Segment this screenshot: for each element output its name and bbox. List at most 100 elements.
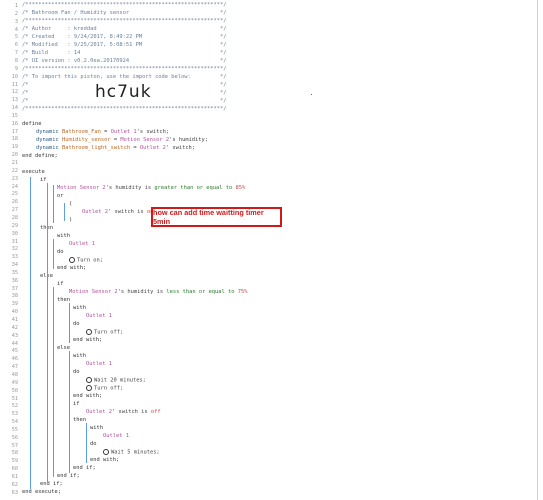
line-number: 3 xyxy=(14,18,18,25)
comment-line: /* To import this piston, use the import… xyxy=(22,74,227,80)
line-number: 18 xyxy=(11,136,18,143)
block-guide-line xyxy=(53,185,54,223)
annotation-callout: how can add time waitting timer 5min xyxy=(151,207,282,227)
line-number: 61 xyxy=(11,474,18,480)
with-keyword: with xyxy=(90,425,103,431)
execute-keyword: execute xyxy=(22,169,45,175)
variable-name: Bathroom_light_switch xyxy=(61,145,131,151)
line-number: 8 xyxy=(14,57,18,64)
dynamic-keyword: dynamic xyxy=(36,145,59,151)
device-name: Outlet 2 xyxy=(139,145,166,151)
comment-line: /* Modified : 9/25/2017, 5:08:51 PM */ xyxy=(22,42,227,48)
block-guide-line xyxy=(64,203,65,221)
condition-value: off xyxy=(150,409,161,415)
task-text: Wait 5 minutes; xyxy=(111,449,160,456)
condition-humidity-high[interactable]: Motion Sensor 2's humidity is greater th… xyxy=(57,185,245,192)
end-with-keyword: end with; xyxy=(57,265,87,271)
line-number: 56 xyxy=(11,434,18,441)
line-number: 39 xyxy=(11,301,18,308)
line-number: 11 xyxy=(11,81,18,88)
condition-outlet2-off[interactable]: Outlet 2' switch is off xyxy=(86,409,161,416)
line-number: 33 xyxy=(11,254,18,261)
comparison-operator: greater than or equal to xyxy=(154,185,233,191)
line-number: 10 xyxy=(11,73,18,80)
end-if-keyword: end if; xyxy=(73,465,96,471)
line-number: 15 xyxy=(11,112,18,119)
attribute-suffix: 's switch; xyxy=(136,129,170,135)
line-number: 59 xyxy=(11,458,18,465)
if-keyword[interactable]: if xyxy=(73,401,80,408)
comment-line: /***************************************… xyxy=(22,2,227,8)
condition-text: 's humidity is xyxy=(105,185,155,191)
line-number: 57 xyxy=(11,442,18,449)
task-bullet-icon xyxy=(103,449,109,455)
device-outlet-1[interactable]: Outlet 1 xyxy=(69,241,95,248)
do-keyword: do xyxy=(73,369,80,375)
with-keyword: with xyxy=(73,305,86,311)
condition-text: ' switch is xyxy=(111,409,151,415)
line-number: 44 xyxy=(11,340,18,347)
or-keyword: or xyxy=(57,193,64,199)
assign-op: = xyxy=(130,145,140,151)
end-define-keyword: end define; xyxy=(22,153,58,159)
comment-line: /* Bathroom Fan / Humidity sensor */ xyxy=(22,10,227,16)
device-name: Motion Sensor 2 xyxy=(120,137,170,143)
device-name: Motion Sensor 2 xyxy=(69,289,118,295)
if-keyword[interactable]: if xyxy=(40,177,47,184)
line-number: 27 xyxy=(11,207,18,214)
device-outlet-1[interactable]: Outlet 1 xyxy=(103,433,129,440)
line-number: 9 xyxy=(14,65,18,72)
define-statement-3: dynamic Bathroom_light_switch = Outlet 2… xyxy=(36,145,195,152)
attribute-suffix: ' switch; xyxy=(165,145,196,151)
viewer-border xyxy=(537,0,538,500)
line-number: 25 xyxy=(11,191,18,198)
line-number: 17 xyxy=(11,128,18,135)
end-if-keyword: end if; xyxy=(57,473,80,479)
line-number: 16 xyxy=(11,120,18,127)
device-outlet-1[interactable]: Outlet 1 xyxy=(86,361,112,368)
comment-line: /* Build : 14 */ xyxy=(22,50,227,56)
line-number: 43 xyxy=(11,332,18,339)
task-turn-off[interactable]: Turn off; xyxy=(86,329,123,337)
line-number: 21 xyxy=(11,160,18,166)
block-guide-line xyxy=(69,351,70,473)
if-keyword[interactable]: if xyxy=(57,281,64,288)
line-number: 4 xyxy=(14,26,18,33)
end-execute-keyword: end execute; xyxy=(22,489,61,495)
line-number: 45 xyxy=(11,348,18,355)
task-turn-off[interactable]: Turn off; xyxy=(86,385,123,393)
line-number: 62 xyxy=(11,481,18,488)
line-number: 19 xyxy=(11,144,18,151)
line-number: 26 xyxy=(11,199,18,206)
comment-line: /***************************************… xyxy=(22,66,227,72)
line-number: 53 xyxy=(11,411,18,418)
device-outlet-1[interactable]: Outlet 1 xyxy=(86,313,112,320)
line-number: 1 xyxy=(14,3,18,9)
line-number: 47 xyxy=(11,364,18,371)
line-number: 29 xyxy=(11,222,18,229)
line-number: 54 xyxy=(11,419,18,426)
task-turn-on[interactable]: Turn on; xyxy=(69,257,103,265)
then-keyword: then xyxy=(73,417,86,423)
import-code[interactable]: hc7uk xyxy=(95,82,152,102)
condition-humidity-low[interactable]: Motion Sensor 2's humidity is less than … xyxy=(69,289,248,296)
condition-value: 75% xyxy=(237,289,248,295)
condition-outlet2-on[interactable]: Outlet 2' switch is on xyxy=(82,209,153,216)
task-bullet-icon xyxy=(69,257,75,263)
do-keyword: do xyxy=(73,321,80,327)
task-text: Turn on; xyxy=(77,257,103,264)
do-keyword: do xyxy=(90,441,97,447)
line-number: 28 xyxy=(11,214,18,221)
task-bullet-icon xyxy=(86,329,92,335)
variable-name: Humidity_sensor xyxy=(61,137,111,143)
device-name: Outlet 2 xyxy=(86,409,112,415)
device-name: Outlet 1 xyxy=(110,129,137,135)
line-number: 35 xyxy=(11,269,18,276)
dynamic-keyword: dynamic xyxy=(36,129,59,135)
task-wait-5[interactable]: Wait 5 minutes; xyxy=(103,449,160,457)
task-bullet-icon xyxy=(86,385,92,391)
line-number: 38 xyxy=(11,293,18,300)
line-number: 22 xyxy=(11,167,18,174)
paren-close: ) xyxy=(69,217,73,223)
task-wait-20[interactable]: Wait 20 minutes; xyxy=(86,377,146,385)
